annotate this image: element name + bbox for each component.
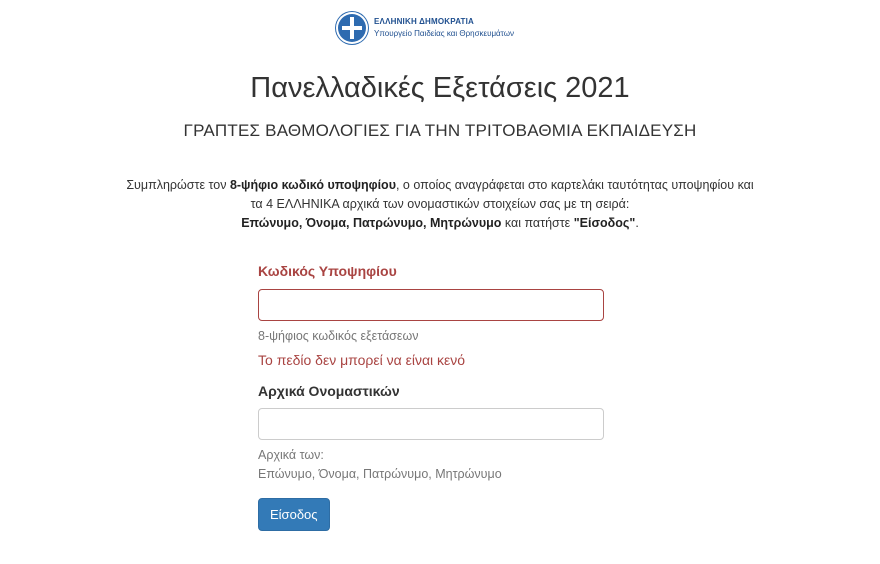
candidate-code-label: Κωδικός Υποψηφίου (258, 263, 397, 279)
candidate-code-error: Το πεδίο δεν μπορεί να είναι κενό (258, 352, 466, 368)
instructions-part-3: και πατήστε (501, 216, 574, 230)
page-title: Πανελλαδικές Εξετάσεις 2021 (250, 72, 630, 104)
instructions-bold-3: "Είσοδος" (573, 216, 636, 230)
initials-help-line-1: Αρχικά των: (258, 448, 324, 462)
initials-help-line-2: Επώνυμο, Όνομα, Πατρώνυμο, Μητρώνυμο (258, 467, 502, 481)
logo-text: ΕΛΛΗΝΙΚΗ ΔΗΜΟΚΡΑΤΙΑ Υπουργείο Παιδείας κ… (374, 16, 514, 40)
greek-republic-emblem-icon (336, 12, 368, 44)
instructions-part-1: Συμπληρώστε τον (126, 178, 230, 192)
logo-line-2: Υπουργείο Παιδείας και Θρησκευμάτων (374, 29, 514, 38)
instructions-part-4: . (635, 216, 639, 230)
initials-label: Αρχικά Ονομαστικών (258, 383, 400, 399)
instructions-bold-1: 8-ψήφιο κωδικό υποψηφίου (229, 178, 396, 192)
ministry-logo: ΕΛΛΗΝΙΚΗ ΔΗΜΟΚΡΑΤΙΑ Υπουργείο Παιδείας κ… (336, 12, 514, 44)
instructions-bold-2: Επώνυμο, Όνομα, Πατρώνυμο, Μητρώνυμο (241, 216, 502, 230)
initials-input[interactable] (258, 408, 604, 440)
logo-line-1: ΕΛΛΗΝΙΚΗ ΔΗΜΟΚΡΑΤΙΑ (374, 17, 474, 26)
candidate-code-input[interactable] (258, 289, 604, 321)
page-subtitle: ΓΡΑΠΤΕΣ ΒΑΘΜΟΛΟΓΙΕΣ ΓΙΑ ΤΗΝ ΤΡΙΤΟΒΑΘΜΙΑ … (183, 121, 697, 140)
submit-button[interactable]: Είσοδος (258, 498, 330, 531)
candidate-code-help: 8-ψήφιος κωδικός εξετάσεων (258, 329, 419, 343)
login-form: Κωδικός Υποψηφίου 8-ψήφιος κωδικός εξετά… (258, 263, 608, 531)
instructions-text: Συμπληρώστε τον 8-ψήφιο κωδικό υποψηφίου… (120, 176, 760, 233)
